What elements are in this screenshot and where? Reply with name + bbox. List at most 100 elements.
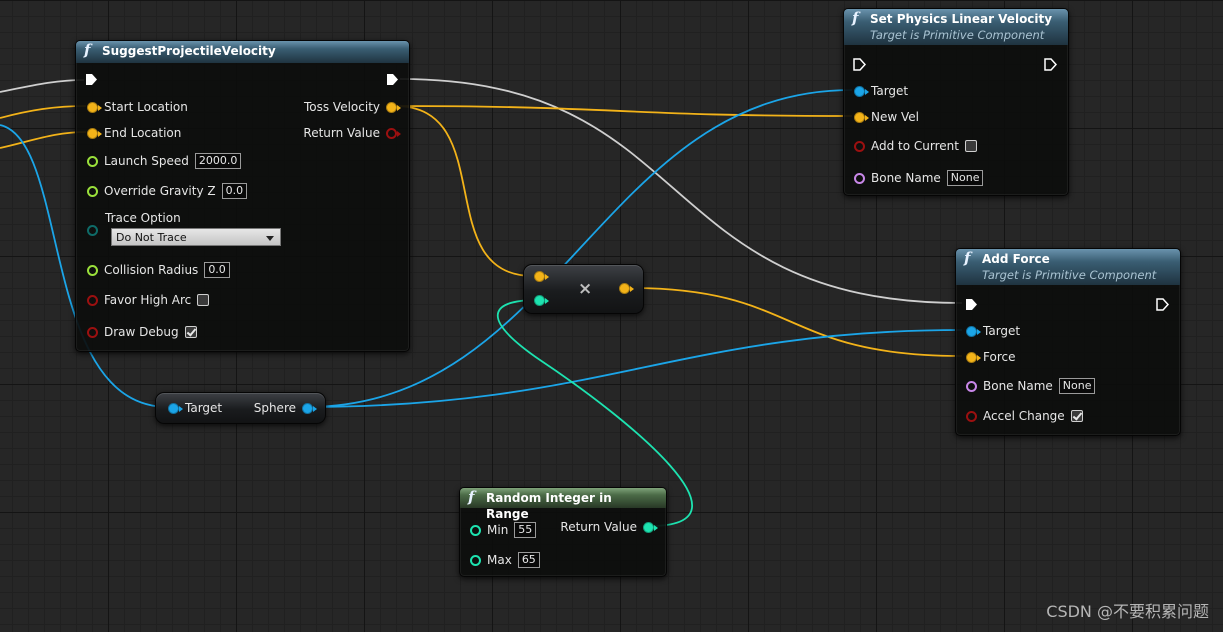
pin-multiply-out[interactable]: [619, 283, 634, 294]
function-icon: f: [468, 488, 475, 506]
exec-in-pin[interactable]: [965, 298, 978, 311]
node-title: Random Integer in Range: [486, 491, 612, 521]
draw-debug-checkbox[interactable]: [184, 326, 197, 338]
trace-option-dropdown[interactable]: Do Not Trace: [111, 228, 281, 246]
node-header[interactable]: f Random Integer in Range: [460, 488, 666, 521]
vector-pin-icon: [87, 101, 102, 113]
exec-arrow-icon: [1156, 298, 1169, 311]
pin-bone-name[interactable]: Bone Name None: [854, 170, 984, 186]
exec-out-pin[interactable]: [386, 73, 399, 86]
pin-return-value[interactable]: Return Value: [303, 126, 401, 140]
min-input[interactable]: 55: [514, 522, 537, 538]
pin-label: Favor High Arc: [104, 293, 192, 307]
pin-label: End Location: [104, 126, 182, 140]
exec-arrow-icon: [386, 73, 399, 86]
name-pin-icon: [854, 172, 865, 184]
node-header[interactable]: f Set Physics Linear Velocity Target is …: [844, 9, 1068, 45]
add-to-current-checkbox[interactable]: [964, 140, 977, 152]
pin-label: Toss Velocity: [303, 100, 380, 114]
pin-label: Return Value: [303, 126, 380, 140]
pin-label: Target: [983, 324, 1021, 338]
pin-toss-velocity[interactable]: Toss Velocity: [303, 100, 401, 114]
pin-favor-high-arc[interactable]: Favor High Arc: [87, 293, 210, 307]
node-random-integer-in-range[interactable]: f Random Integer in Range Min 55 Max 65 …: [459, 487, 667, 577]
max-input[interactable]: 65: [517, 552, 540, 568]
exec-out-pin[interactable]: [1044, 58, 1057, 71]
pin-bone-name[interactable]: Bone Name None: [966, 378, 1096, 394]
pin-min[interactable]: Min 55: [470, 522, 537, 538]
override-gravity-input[interactable]: 0.0: [221, 183, 248, 199]
exec-wire-in-suggest: [0, 79, 85, 93]
collision-radius-input[interactable]: 0.0: [204, 262, 230, 278]
float-pin-icon: [87, 264, 98, 276]
vector-pin-icon: [966, 351, 981, 363]
favor-high-arc-checkbox[interactable]: [197, 294, 210, 306]
bone-name-input[interactable]: None: [946, 170, 984, 186]
pin-label: Accel Change: [983, 409, 1065, 423]
pin-trace-option[interactable]: [87, 225, 98, 236]
exec-in-pin[interactable]: [853, 58, 866, 71]
node-suggest-projectile-velocity[interactable]: f SuggestProjectileVelocity Start Locati…: [75, 40, 410, 352]
bool-pin-icon: [386, 127, 401, 139]
pin-add-to-current[interactable]: Add to Current: [854, 139, 977, 153]
accel-change-checkbox[interactable]: [1070, 410, 1083, 422]
exec-out-pin[interactable]: [1156, 298, 1169, 311]
node-header[interactable]: f SuggestProjectileVelocity: [76, 41, 409, 63]
vector-pin-icon: [619, 283, 634, 294]
node-title: Add Force: [982, 252, 1050, 266]
chevron-down-icon: [266, 236, 274, 241]
pin-accel-change[interactable]: Accel Change: [966, 409, 1083, 423]
object-pin-icon: [854, 85, 869, 97]
bool-pin-icon: [854, 140, 865, 152]
pin-launch-speed[interactable]: Launch Speed 2000.0: [87, 153, 242, 169]
pin-force[interactable]: Force: [966, 350, 1015, 364]
pin-target[interactable]: Target: [854, 84, 908, 98]
float-pin-icon: [87, 185, 98, 197]
wire-toss-to-multiply: [394, 105, 534, 277]
bone-name-input[interactable]: None: [1058, 378, 1096, 394]
byte-pin-icon: [87, 225, 98, 236]
node-multiply[interactable]: ×: [523, 264, 644, 314]
node-title: Set Physics Linear Velocity: [870, 12, 1053, 26]
pin-max[interactable]: Max 65: [470, 552, 540, 568]
pin-label: Max: [487, 553, 512, 567]
exec-arrow-icon: [965, 298, 978, 311]
int-pin-icon: [470, 524, 481, 536]
node-header[interactable]: f Add Force Target is Primitive Componen…: [956, 249, 1180, 285]
wire-start-location: [0, 105, 87, 119]
bool-pin-icon: [87, 326, 98, 338]
function-icon: f: [84, 41, 91, 59]
function-icon: f: [852, 9, 859, 27]
pin-label: Target: [871, 84, 909, 98]
bool-pin-icon: [966, 410, 977, 422]
exec-arrow-icon: [1044, 58, 1057, 71]
pin-get-sphere-target[interactable]: Target: [168, 401, 222, 415]
pin-multiply-a[interactable]: [534, 271, 549, 282]
node-set-physics-linear-velocity[interactable]: f Set Physics Linear Velocity Target is …: [843, 8, 1069, 196]
pin-return-value[interactable]: Return Value: [560, 520, 658, 534]
pin-end-location[interactable]: End Location: [87, 126, 181, 140]
pin-start-location[interactable]: Start Location: [87, 100, 188, 114]
pin-label: Min: [487, 523, 509, 537]
pin-draw-debug[interactable]: Draw Debug: [87, 325, 197, 339]
pin-label: New Vel: [871, 110, 919, 124]
exec-in-pin[interactable]: [85, 73, 98, 86]
node-get-sphere[interactable]: Target Sphere: [155, 392, 326, 424]
pin-label: Add to Current: [871, 139, 959, 153]
wire-multiply-to-force: [629, 287, 963, 357]
trace-option-label-row: Trace Option: [105, 211, 181, 225]
node-add-force[interactable]: f Add Force Target is Primitive Componen…: [955, 248, 1181, 436]
pin-get-sphere-out[interactable]: Sphere: [253, 401, 317, 415]
pin-collision-radius[interactable]: Collision Radius 0.0: [87, 262, 230, 278]
pin-target[interactable]: Target: [966, 324, 1020, 338]
pin-new-vel[interactable]: New Vel: [854, 110, 919, 124]
node-subtitle: Target is Primitive Component: [870, 28, 1045, 42]
launch-speed-input[interactable]: 2000.0: [194, 153, 242, 169]
pin-multiply-b[interactable]: [534, 295, 549, 306]
pin-override-gravity[interactable]: Override Gravity Z 0.0: [87, 183, 248, 199]
pin-label: Collision Radius: [104, 263, 199, 277]
pin-label: Sphere: [253, 401, 296, 415]
pin-label: Bone Name: [983, 379, 1053, 393]
node-subtitle: Target is Primitive Component: [982, 268, 1157, 282]
dropdown-value: Do Not Trace: [116, 231, 187, 244]
